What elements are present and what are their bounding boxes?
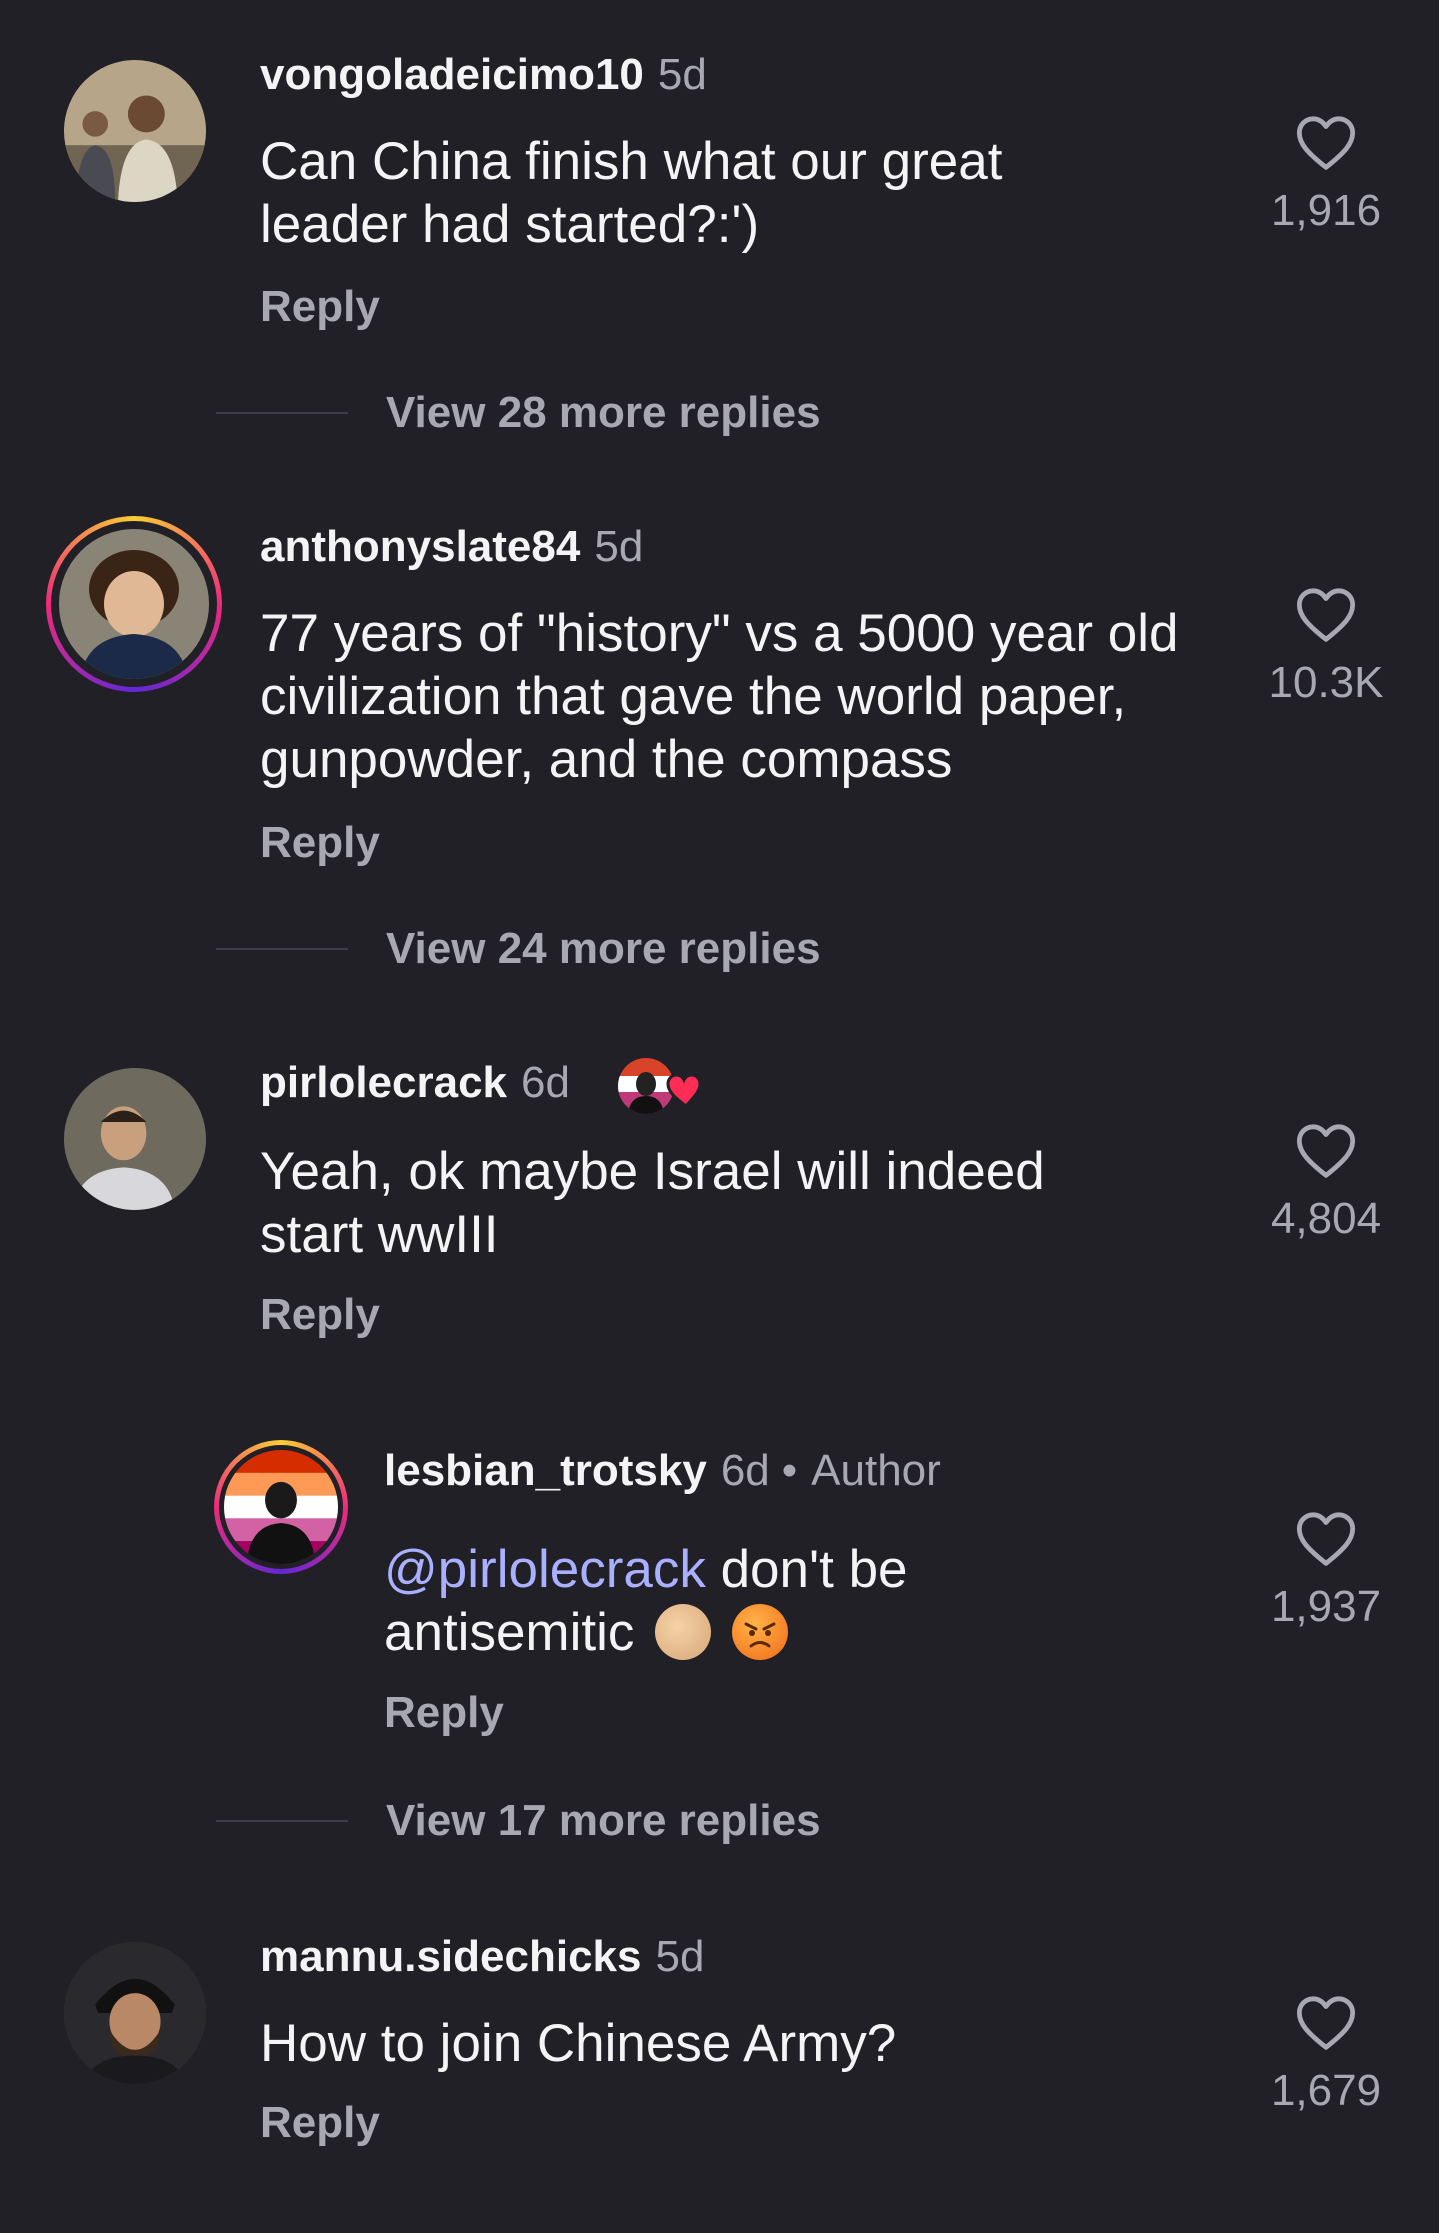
comment-text: Yeah, ok maybe Israel will indeed start … bbox=[260, 1142, 1045, 1264]
comment-text: Can China finish what our great leader h… bbox=[260, 132, 1003, 254]
like-count: 1,679 bbox=[1270, 2066, 1382, 2115]
heart-outline-icon[interactable] bbox=[1294, 112, 1358, 172]
view-more-replies[interactable]: View 28 more replies bbox=[216, 388, 821, 438]
mention-link[interactable]: @pirlolecrack bbox=[384, 1540, 706, 1599]
timestamp: 5d bbox=[594, 522, 644, 571]
thread-line bbox=[216, 1820, 348, 1822]
like-count: 1,937 bbox=[1270, 1582, 1382, 1631]
username[interactable]: anthonyslate84 bbox=[260, 522, 580, 572]
avatar[interactable] bbox=[224, 1450, 338, 1564]
like-button[interactable]: 1,937 bbox=[1266, 1508, 1386, 1632]
view-more-label[interactable]: View 24 more replies bbox=[386, 924, 821, 974]
reply-button[interactable]: Reply bbox=[260, 2098, 380, 2148]
heart-outline-icon[interactable] bbox=[1294, 1508, 1358, 1568]
avatar[interactable] bbox=[59, 529, 209, 679]
heart-outline-icon[interactable] bbox=[1294, 584, 1358, 644]
username[interactable]: mannu.sidechicks bbox=[260, 1932, 641, 1982]
view-more-label[interactable]: View 17 more replies bbox=[386, 1796, 821, 1846]
like-button[interactable]: 1,679 bbox=[1266, 1992, 1386, 2116]
view-more-label[interactable]: View 28 more replies bbox=[386, 388, 821, 438]
view-more-replies[interactable]: View 17 more replies bbox=[216, 1796, 821, 1846]
creator-liked-badge bbox=[616, 1054, 710, 1118]
timestamp: 6d bbox=[720, 1446, 770, 1495]
heart-outline-icon[interactable] bbox=[1294, 1992, 1358, 2052]
avatar[interactable] bbox=[64, 1942, 206, 2084]
reply-button[interactable]: Reply bbox=[260, 282, 380, 332]
timestamp: 5d bbox=[657, 50, 707, 99]
angry-face-emoji bbox=[731, 1604, 788, 1660]
creator-heart-icon bbox=[618, 1058, 702, 1114]
view-more-replies[interactable]: View 24 more replies bbox=[216, 924, 821, 974]
like-count: 1,916 bbox=[1270, 186, 1382, 235]
thread-line bbox=[216, 412, 348, 414]
comment-text: 77 years of "history" vs a 5000 year old… bbox=[260, 604, 1179, 789]
like-button[interactable]: 10.3K bbox=[1266, 584, 1386, 708]
thread-line bbox=[216, 948, 348, 950]
comment-text: @pirlolecrack don't be antisemitic bbox=[384, 1538, 1024, 1664]
pointing-hand-emoji bbox=[655, 1604, 712, 1660]
like-button[interactable]: 1,916 bbox=[1266, 112, 1386, 236]
username[interactable]: lesbian_trotsky bbox=[384, 1446, 707, 1496]
reply-button[interactable]: Reply bbox=[260, 1290, 380, 1340]
comment-text: How to join Chinese Army? bbox=[260, 2014, 897, 2073]
author-label: Author bbox=[811, 1446, 941, 1495]
heart-outline-icon[interactable] bbox=[1294, 1120, 1358, 1180]
story-ring[interactable] bbox=[214, 1440, 348, 1574]
like-count: 10.3K bbox=[1268, 658, 1384, 707]
reply-button[interactable]: Reply bbox=[260, 818, 380, 868]
timestamp: 6d bbox=[521, 1058, 570, 1107]
separator-dot: • bbox=[781, 1446, 798, 1495]
reply-button[interactable]: Reply bbox=[384, 1688, 504, 1738]
avatar[interactable] bbox=[64, 60, 206, 202]
like-button[interactable]: 4,804 bbox=[1266, 1120, 1386, 1244]
username[interactable]: pirlolecrack bbox=[260, 1058, 507, 1108]
avatar[interactable] bbox=[64, 1068, 206, 1210]
timestamp: 5d bbox=[655, 1932, 705, 1981]
username[interactable]: vongoladeicimo10 bbox=[260, 50, 644, 100]
story-ring[interactable] bbox=[46, 516, 222, 692]
like-count: 4,804 bbox=[1270, 1194, 1382, 1243]
